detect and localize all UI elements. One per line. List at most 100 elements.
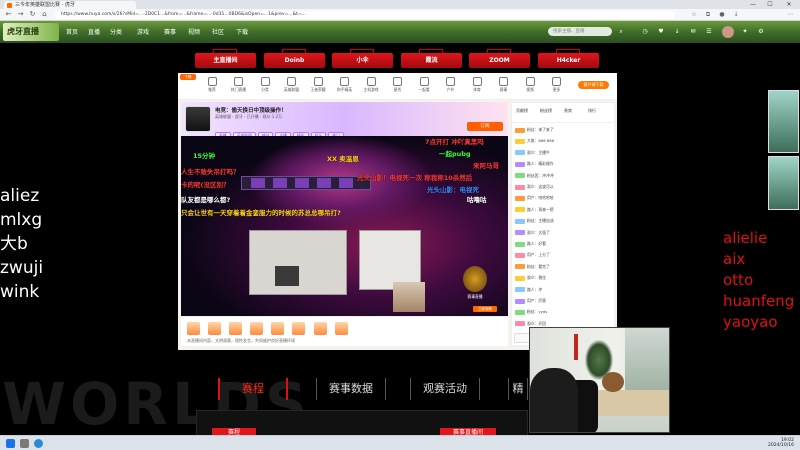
inner-nav-item[interactable]: 一起看 [412, 76, 436, 98]
tv-antenna-icon [213, 49, 237, 53]
gift-icon[interactable] [292, 322, 306, 335]
download-icon[interactable]: ↓ [672, 28, 682, 36]
site-nav-item[interactable]: 游戏 [137, 27, 149, 36]
gift-icon[interactable] [208, 322, 222, 335]
downloads-icon[interactable]: ↓ [732, 11, 740, 19]
search-taskbar-icon[interactable] [20, 439, 29, 448]
inner-download-badge[interactable]: 下载 [180, 74, 196, 80]
site-nav-item[interactable]: 首页 [66, 27, 78, 36]
stream-title: 电竞：偷天换日中顶级操作！ [215, 108, 287, 114]
minimize-button[interactable]: — [746, 0, 760, 9]
chat-message: 粉丝团：冲冲冲 [515, 173, 613, 179]
site-nav-item[interactable]: 下载 [236, 27, 248, 36]
site-logo[interactable]: 虎牙直播 [3, 23, 59, 41]
profile-icon[interactable]: ● [718, 11, 726, 19]
danmu-comment: 15分钟 [193, 152, 216, 160]
follow-button[interactable]: 订阅 [467, 122, 503, 131]
left-name: wink [0, 282, 40, 302]
inner-nav-item[interactable]: 星秀 [386, 76, 410, 98]
site-nav-item[interactable]: 社区 [212, 27, 224, 36]
fan-badge-icon [515, 252, 525, 258]
inner-nav-label: 英雄联盟 [283, 87, 300, 92]
event-tab[interactable]: 精 [508, 378, 528, 400]
browser-taskbar-icon[interactable] [34, 439, 43, 448]
chat-tab[interactable]: 排行 [588, 108, 596, 114]
inner-nav-item[interactable]: 主机游戏 [359, 76, 383, 98]
video-player[interactable]: 赛事直播 立即观看 15分钟 人生不致失吊打吗？ 卡的呢(没区别？ 队友都是哪么都? 只… [181, 136, 508, 316]
left-name-list: aliez mlxg 大b zwuji wink [0, 184, 43, 304]
player-tab[interactable]: 小伞 [332, 49, 393, 68]
inner-nav-item[interactable]: 更多 [545, 76, 569, 98]
star-icon[interactable]: ☆ [690, 11, 698, 19]
event-tab[interactable]: 赛事数据 [316, 378, 386, 400]
event-tab[interactable]: 观赛活动 [410, 378, 480, 400]
history-icon[interactable]: ◷ [640, 28, 650, 36]
chat-message: 用户：上分了 [515, 252, 613, 258]
streamer-avatar[interactable] [185, 106, 211, 132]
gift-icon[interactable] [271, 322, 285, 335]
search-icon[interactable]: ⌕ [616, 28, 626, 36]
address-bar: ← → ↻ ⌂ https://www.huya.com/s/26?sMid=.… [0, 9, 800, 21]
extensions-icon[interactable]: ⧉ [704, 11, 712, 19]
start-icon[interactable] [6, 439, 15, 448]
watch-now-button[interactable]: 立即观看 [473, 306, 497, 312]
user-avatar[interactable] [722, 26, 734, 38]
gift-icon[interactable] [187, 322, 200, 335]
inner-nav-item[interactable]: 视频 [518, 76, 542, 98]
site-nav-item[interactable]: 视频 [188, 27, 200, 36]
inner-nav-item[interactable]: 王者荣耀 [306, 76, 330, 98]
close-window-button[interactable]: ✕ [782, 0, 796, 9]
fan-badge-icon [515, 309, 525, 315]
chat-tab[interactable]: 贡献榜 [516, 108, 528, 114]
gift-icon[interactable] [313, 322, 327, 335]
chat-tab[interactable]: 贵宾 [564, 108, 572, 114]
category-icon [340, 77, 349, 86]
inner-nav-item[interactable]: 英雄联盟 [280, 76, 304, 98]
client-download-button[interactable]: 客户端下载 [578, 81, 609, 89]
inner-nav-item[interactable]: 推荐 [200, 76, 224, 98]
refresh-icon[interactable]: ↻ [28, 10, 37, 19]
category-icon [287, 77, 296, 86]
player-tab[interactable]: Doinb [264, 49, 325, 68]
back-icon[interactable]: ← [4, 10, 13, 19]
stream-subtitle: 英雄联盟 · 虎牙 · 已开播 · 观众 1.2万 [215, 114, 283, 119]
task-icon[interactable]: ☰ [704, 28, 714, 36]
fan-badge-icon [515, 127, 525, 133]
chat-message-text: 粉丝：看完了 [527, 263, 550, 269]
chat-tab[interactable]: 粉丝榜 [540, 108, 552, 114]
player-tab[interactable]: H4cker [538, 49, 599, 68]
gift-icon[interactable] [334, 322, 348, 335]
site-nav-item[interactable]: 直播 [88, 27, 100, 36]
url-field[interactable]: https://www.huya.com/s/26?sMid=...-2D0C1… [55, 11, 675, 19]
inner-nav-item[interactable]: 分类 [253, 76, 277, 98]
home-icon[interactable]: ⌂ [40, 10, 49, 19]
inner-nav-item[interactable]: 户外 [439, 76, 463, 98]
player-tab-label: ZOOM [489, 57, 510, 64]
gift-icon[interactable] [250, 322, 264, 335]
inner-nav-item[interactable]: 和平精英 [333, 76, 357, 98]
inner-nav-item[interactable]: 体育 [465, 76, 489, 98]
inner-nav-item[interactable]: 赛事 [492, 76, 516, 98]
gift-icon[interactable] [229, 322, 243, 335]
chat-message: 粉丝：主播加油 [515, 218, 613, 224]
right-promo-thumb[interactable] [768, 90, 799, 153]
settings-icon[interactable]: ⚙ [756, 28, 766, 36]
site-nav-item[interactable]: 赛事 [164, 27, 176, 36]
player-tab[interactable]: ZOOM [469, 49, 530, 68]
right-promo-thumb-2[interactable] [768, 156, 799, 210]
subscribe-icon[interactable]: ♥ [656, 28, 666, 36]
player-tab[interactable]: 主直播间 [195, 49, 256, 68]
forward-icon[interactable]: → [16, 10, 25, 19]
site-search-input[interactable]: 搜索主播、直播 [548, 27, 612, 36]
event-tab[interactable]: 赛程 [218, 378, 288, 400]
message-icon[interactable]: ✉ [688, 28, 698, 36]
maximize-button[interactable]: ☐ [763, 0, 777, 9]
player-tab[interactable]: 霞流 [401, 49, 462, 68]
gift-icon[interactable]: ✦ [740, 28, 750, 36]
site-nav-item[interactable]: 分类 [110, 27, 122, 36]
menu-icon[interactable]: ⋯ [786, 11, 794, 19]
fan-badge-icon [515, 184, 525, 190]
inner-nav-item[interactable]: 热门直播 [227, 76, 251, 98]
fan-badge-icon [515, 173, 525, 179]
browser-tab[interactable]: 三今年英雄联盟比赛 - 虎牙 [4, 1, 136, 9]
